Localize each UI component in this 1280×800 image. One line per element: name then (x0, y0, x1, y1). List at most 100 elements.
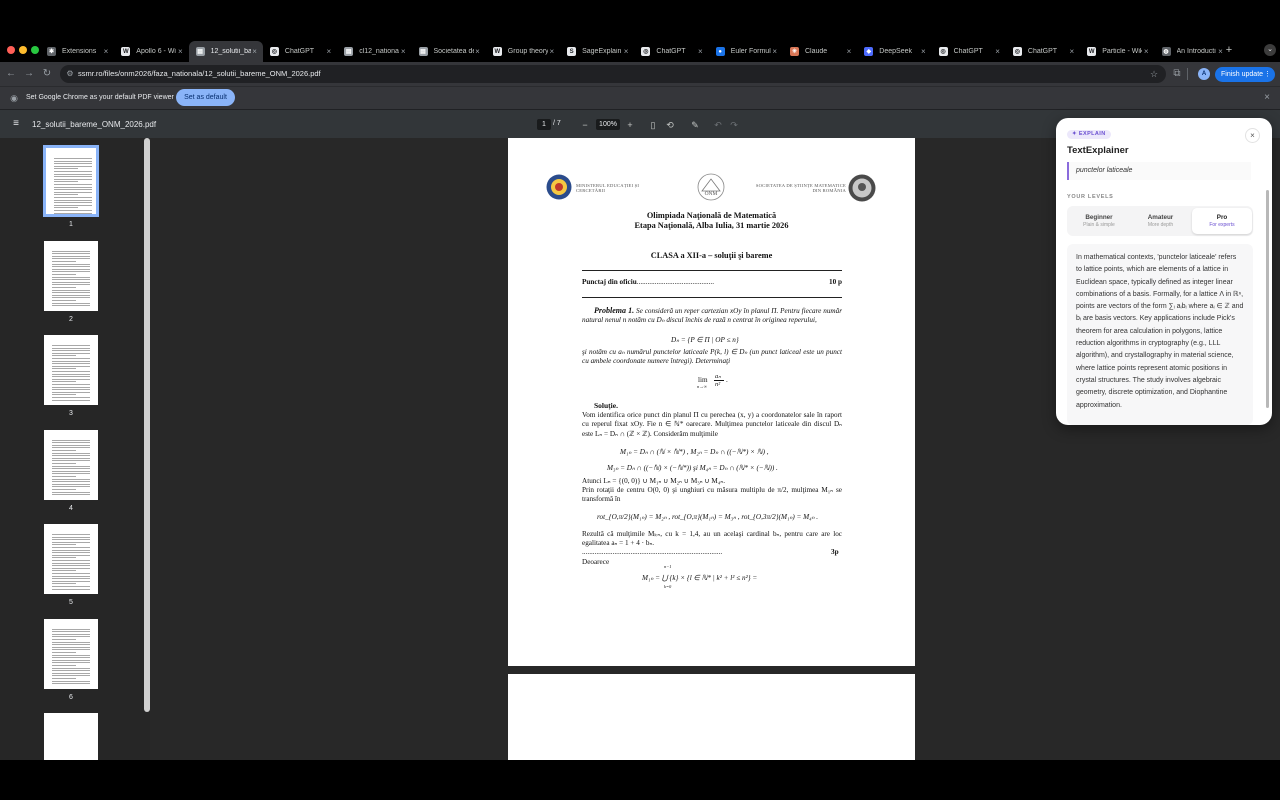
tab-6[interactable]: W Group theory × (486, 41, 560, 62)
zoom-out-icon[interactable]: − (580, 120, 590, 130)
tab-2[interactable]: ▤ 12_solutii_ba × (188, 41, 263, 62)
level-beginner[interactable]: Beginner Plain & simple (1069, 208, 1129, 234)
thumbnail-line (52, 381, 76, 383)
thumbnail-line (52, 578, 90, 580)
thumbnail-line (52, 355, 76, 357)
thumbnail-line (52, 664, 76, 666)
tab-close-icon[interactable]: × (251, 47, 259, 56)
globe-icon: ◍ (1161, 47, 1171, 56)
chrome-icon: ◉ (10, 93, 18, 103)
close-infobar-icon[interactable]: × (1261, 92, 1273, 104)
page-thumbnail-4[interactable]: 4 (41, 429, 101, 512)
result-dots: ........................................… (582, 548, 723, 556)
sidebar-menu-icon[interactable]: ≡ (10, 118, 22, 130)
set-as-default-button[interactable]: Set as default (176, 89, 235, 106)
thumbnail-image (43, 145, 99, 217)
tab-5[interactable]: ▤ Societatea de × (412, 41, 486, 62)
thumbnail-line (52, 397, 90, 398)
thumbnail-line (52, 651, 76, 653)
tab-close-icon[interactable]: × (845, 47, 853, 56)
page-thumbnail-1[interactable]: 1 (41, 145, 101, 228)
address-bar[interactable]: ⚙ ssmr.ro/files/onm2026/faza_nationala/1… (60, 65, 1166, 83)
thumbnail-line (52, 439, 90, 441)
fit-page-icon[interactable]: ▯ (648, 120, 658, 130)
forward-button[interactable]: → (23, 68, 35, 80)
tab-close-icon[interactable]: × (696, 47, 704, 56)
tab-12[interactable]: ◎ ChatGPT × (932, 41, 1006, 62)
profile-avatar[interactable]: A (1198, 68, 1210, 80)
tab-3[interactable]: ◎ ChatGPT × (263, 41, 337, 62)
zoom-input[interactable]: 100% (596, 119, 620, 130)
tab-0[interactable]: ✱ Extensions × (40, 41, 114, 62)
oficiu-label: Punctaj din oficiu (582, 278, 637, 286)
close-window-button[interactable] (7, 46, 15, 54)
tab-10[interactable]: ✳ Claude × (783, 41, 857, 62)
zoom-in-icon[interactable]: + (625, 120, 635, 130)
url-text: ssmr.ro/files/onm2026/faza_nationala/12_… (78, 69, 321, 78)
close-explainer-button[interactable]: × (1245, 128, 1260, 143)
tab-close-icon[interactable]: × (102, 47, 110, 56)
tab-close-icon[interactable]: × (176, 47, 184, 56)
reload-button[interactable]: ↻ (41, 68, 53, 80)
tab-close-icon[interactable]: × (919, 47, 927, 56)
tab-13[interactable]: ◎ ChatGPT × (1006, 41, 1080, 62)
rotate-icon[interactable]: ⟲ (665, 120, 675, 130)
toolbar: ← → ↻ ⚙ ssmr.ro/files/onm2026/faza_natio… (0, 62, 1280, 86)
tab-7[interactable]: S SageExplain × (560, 41, 634, 62)
bookmark-star-icon[interactable]: ☆ (1148, 68, 1160, 80)
page-thumbnail-7[interactable] (41, 713, 101, 760)
page-thumbnail-3[interactable]: 3 (41, 335, 101, 417)
undo-icon[interactable]: ↶ (713, 120, 723, 130)
thumbnail-image (44, 240, 98, 311)
tab-close-icon[interactable]: × (325, 47, 333, 56)
maximize-window-button[interactable] (31, 46, 39, 54)
back-button[interactable]: ← (5, 68, 17, 80)
tab-4[interactable]: ▤ cl12_nationa × (337, 41, 411, 62)
thumbnail-line (52, 352, 90, 354)
redo-icon[interactable]: ↷ (729, 120, 739, 130)
page-number-input[interactable]: 1 (537, 119, 551, 130)
thumbnail-line (52, 284, 90, 286)
level-pro[interactable]: Pro For experts (1192, 208, 1252, 234)
page-thumbnail-5[interactable]: 5 (41, 524, 101, 606)
tab-close-icon[interactable]: × (1142, 47, 1150, 56)
tab-close-icon[interactable]: × (771, 47, 779, 56)
tab-11[interactable]: ◆ DeepSeek × (857, 41, 931, 62)
tab-close-icon[interactable]: × (1068, 47, 1076, 56)
thumbnail-line (52, 263, 90, 265)
tab-1[interactable]: W Apollo 6 - Wi × (114, 41, 188, 62)
new-tab-button[interactable]: + (1223, 44, 1235, 56)
tab-close-icon[interactable]: × (474, 47, 482, 56)
finish-update-button[interactable]: Finish update ⋮ (1215, 67, 1275, 82)
thumbnail-line (54, 173, 92, 175)
thumbnail-line (52, 646, 90, 648)
browser-window: ✱ Extensions × W Apollo 6 - Wi × ▤ 12_solutii_b… (0, 38, 1280, 760)
eq-rotations: rot_{O,π/2}(M₁ₙ) = M₂ₙ , rot_{O,π}(M₁ₙ) … (597, 513, 819, 521)
tab-search-button[interactable]: ⌄ (1264, 44, 1276, 56)
tab-strip: ✱ Extensions × W Apollo 6 - Wi × ▤ 12_solutii_b… (0, 38, 1280, 62)
thumbnail-line (52, 460, 90, 462)
tab-14[interactable]: W Particle - Wik × (1080, 41, 1154, 62)
thumbnail-line (52, 633, 90, 635)
site-info-icon[interactable]: ⚙ (64, 68, 76, 80)
page-thumbnail-2[interactable]: 2 (41, 240, 101, 323)
thumbnail-image (44, 524, 98, 594)
thumbnail-line (52, 541, 90, 543)
tab-15[interactable]: ◍ An Introducti × (1155, 41, 1229, 62)
tab-close-icon[interactable]: × (994, 47, 1002, 56)
page-thumbnail-6[interactable]: 6 (41, 618, 101, 701)
thumbnail-line (54, 176, 92, 178)
annotate-icon[interactable]: ✎ (690, 120, 700, 130)
minimize-window-button[interactable] (19, 46, 27, 54)
explainer-scrollbar[interactable] (1266, 190, 1269, 408)
thumbnail-line (54, 158, 92, 159)
tab-8[interactable]: ◎ ChatGPT × (634, 41, 708, 62)
tab-close-icon[interactable]: × (548, 47, 556, 56)
tab-close-icon[interactable]: × (399, 47, 407, 56)
tab-close-icon[interactable]: × (622, 47, 630, 56)
tab-9[interactable]: ● Euler Formul × (709, 41, 783, 62)
extensions-icon[interactable]: ⧉ (1171, 68, 1183, 80)
tab-title: Euler Formul (730, 48, 771, 55)
thumbnail-line (52, 360, 90, 362)
level-amateur[interactable]: Amateur More depth (1131, 208, 1191, 234)
